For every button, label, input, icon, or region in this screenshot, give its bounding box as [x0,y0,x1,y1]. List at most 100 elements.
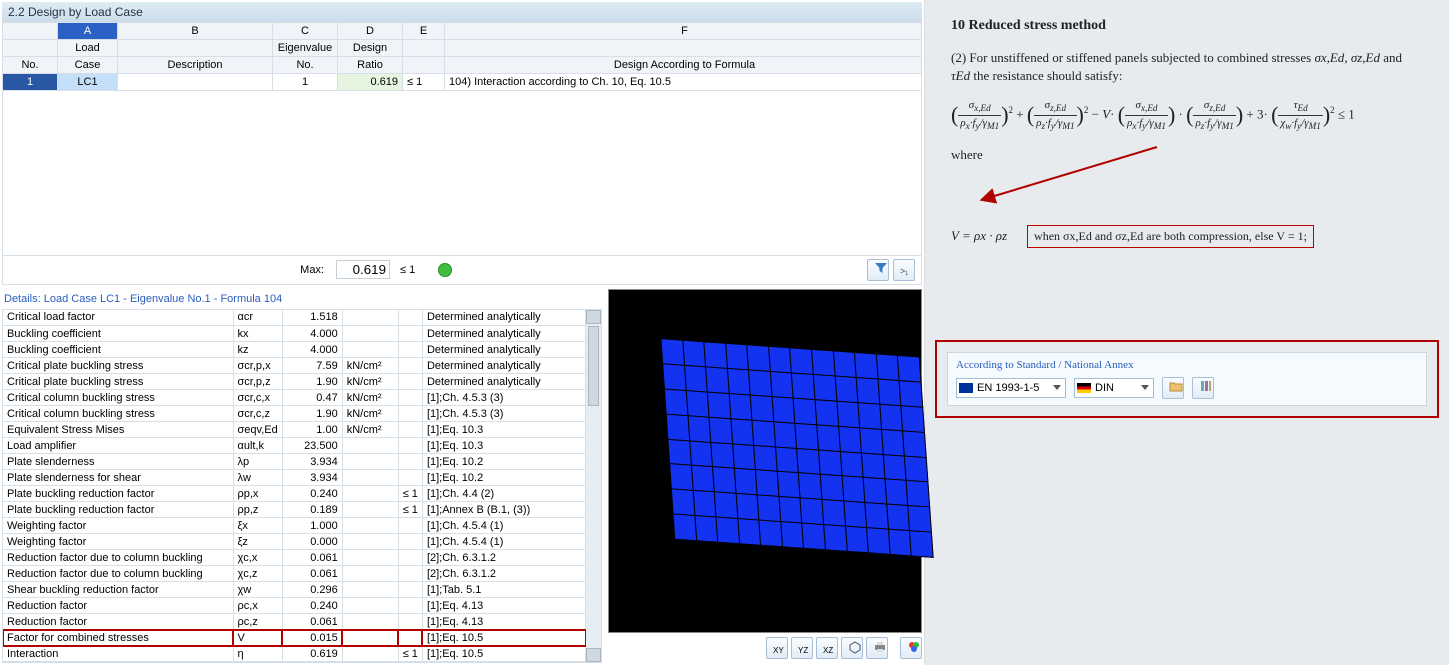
detail-value: 4.000 [282,342,342,358]
cell-ratio[interactable]: 0.619 [338,74,403,91]
na-combo[interactable]: DIN [1074,378,1154,398]
scroll-up-icon[interactable] [586,310,601,324]
detail-row[interactable]: Equivalent Stress Misesσeqv,Ed1.00kN/cm²… [3,422,601,438]
view-xy-button[interactable]: XY [766,637,788,659]
detail-label: Critical plate buckling stress [3,358,233,374]
detail-row[interactable]: Load amplifierαult,k23.500[1];Eq. 10.3 [3,438,601,454]
filter-button[interactable] [867,259,889,281]
formula-10-5: (σx,Edρx·fy/γM1)2 + (σz,Edρz·fy/γM1)2 − … [951,98,1423,133]
detail-row[interactable]: Plate buckling reduction factorρp,x0.240… [3,486,601,502]
chevron-down-icon [1053,385,1061,390]
view-iso-button[interactable] [841,637,863,659]
detail-row[interactable]: Weighting factorξz0.000[1];Ch. 4.5.4 (1) [3,534,601,550]
detail-row[interactable]: Shear buckling reduction factorχw0.296[1… [3,582,601,598]
detail-le [398,566,422,582]
detail-value: 0.240 [282,598,342,614]
detail-le [398,422,422,438]
detail-label: Critical column buckling stress [3,406,233,422]
view-xz-button[interactable]: XZ [816,637,838,659]
col-B[interactable]: B [118,23,273,40]
sigma-z: σz,Ed [1351,50,1380,65]
detail-label: Critical plate buckling stress [3,374,233,390]
detail-row[interactable]: Reduction factor due to column bucklingχ… [3,566,601,582]
detail-label: Plate slenderness [3,454,233,470]
detail-row[interactable]: Critical plate buckling stressσcr,p,z1.9… [3,374,601,390]
max-input[interactable] [336,260,390,279]
detail-row[interactable]: Reduction factorρc,x0.240[1];Eq. 4.13 [3,598,601,614]
detail-le [398,518,422,534]
detail-row[interactable]: Plate slendernessλp3.934[1];Eq. 10.2 [3,454,601,470]
detail-value: 0.061 [282,550,342,566]
detail-le [398,582,422,598]
scroll-thumb[interactable] [588,326,599,406]
detail-value: 1.000 [282,518,342,534]
detail-unit [342,518,398,534]
detail-unit: kN/cm² [342,374,398,390]
preview-viewport[interactable] [608,289,922,634]
library-button[interactable] [1192,377,1214,399]
detail-row[interactable]: Buckling coefficientkx4.000Determined an… [3,326,601,342]
detail-row[interactable]: Critical column buckling stressσcr,c,x0.… [3,390,601,406]
doc-text: (2) For unstiffened or stiffened panels … [951,50,1314,65]
detail-unit [342,582,398,598]
scrollbar[interactable] [586,310,601,663]
design-table[interactable]: A B C D E F Load Eigenvalue Design No. C… [2,22,922,256]
detail-row[interactable]: Weighting factorξx1.000[1];Ch. 4.5.4 (1) [3,518,601,534]
detail-label: Load amplifier [3,438,233,454]
scroll-down-icon[interactable] [586,648,601,662]
standard-combo[interactable]: EN 1993-1-5 [956,378,1066,398]
exceed-only-button[interactable]: >₁ [893,259,915,281]
hdr-ratio: Ratio [338,57,403,74]
detail-note: [1];Ch. 4.5.4 (1) [422,518,585,534]
doc-excerpt: 10 Reduced stress method (2) For unstiff… [935,8,1439,260]
detail-row[interactable]: Critical plate buckling stressσcr,p,x7.5… [3,358,601,374]
detail-row[interactable]: Critical load factorαcr1.518Determined a… [3,310,601,326]
color-button[interactable] [900,637,922,659]
detail-row[interactable]: Plate buckling reduction factorρp,z0.189… [3,502,601,518]
hdr-no: No. [3,57,58,74]
detail-value: 0.015 [282,630,342,646]
table-row[interactable]: 1 LC1 1 0.619 ≤ 1 104) Interaction accor… [3,74,921,91]
detail-row[interactable]: Plate slenderness for shearλw3.934[1];Eq… [3,470,601,486]
detail-symbol: χc,x [233,550,282,566]
detail-label: Reduction factor due to column buckling [3,566,233,582]
detail-symbol: σcr,p,z [233,374,282,390]
detail-le: ≤ 1 [398,502,422,518]
view-yz-button[interactable]: YZ [791,637,813,659]
detail-row[interactable]: Factor for combined stressesV0.015[1];Eq… [3,630,601,646]
details-grid[interactable]: Critical load factorαcr1.518Determined a… [2,309,602,664]
col-D[interactable]: D [338,23,403,40]
doc-text3: the resistance should satisfy: [973,68,1122,83]
col-C[interactable]: C [273,23,338,40]
detail-row[interactable]: Reduction factorρc,z0.061[1];Eq. 4.13 [3,614,601,630]
detail-label: Interaction [3,646,233,662]
cell-no[interactable]: 1 [3,74,58,91]
cell-le: ≤ 1 [403,74,445,91]
detail-unit: kN/cm² [342,390,398,406]
detail-le [398,550,422,566]
detail-unit [342,438,398,454]
col-F[interactable]: F [445,23,922,40]
col-A[interactable]: A [58,23,118,40]
detail-label: Buckling coefficient [3,326,233,342]
detail-symbol: αult,k [233,438,282,454]
cell-formula[interactable]: 104) Interaction according to Ch. 10, Eq… [445,74,922,91]
detail-row[interactable]: Critical column buckling stressσcr,c,z1.… [3,406,601,422]
detail-le [398,630,422,646]
detail-unit [342,566,398,582]
detail-symbol: ξz [233,534,282,550]
detail-label: Reduction factor [3,614,233,630]
detail-row[interactable]: Interactionη0.619≤ 1[1];Eq. 10.5 [3,646,601,662]
print-button[interactable] [866,637,888,659]
detail-note: Determined analytically [422,374,585,390]
detail-symbol: χw [233,582,282,598]
eu-flag-icon [959,383,973,393]
detail-row[interactable]: Reduction factor due to column bucklingχ… [3,550,601,566]
detail-unit [342,470,398,486]
cell-desc[interactable] [118,74,273,91]
cell-case[interactable]: LC1 [58,74,118,91]
open-folder-button[interactable] [1162,377,1184,399]
cell-eig[interactable]: 1 [273,74,338,91]
col-E[interactable]: E [403,23,445,40]
detail-row[interactable]: Buckling coefficientkz4.000Determined an… [3,342,601,358]
